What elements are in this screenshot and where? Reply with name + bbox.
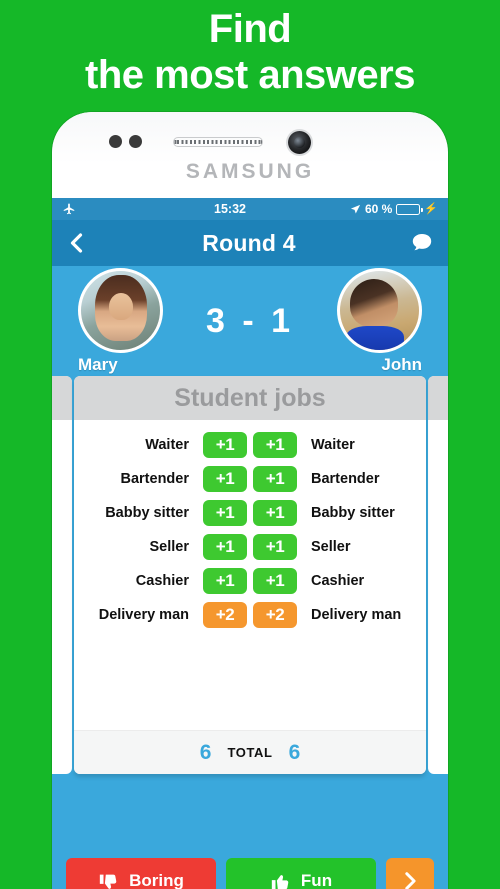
points-badge-left: +1 [203, 466, 247, 492]
avatar[interactable] [337, 267, 423, 353]
points-badge-right: +1 [253, 432, 297, 458]
player-right-name: John [381, 354, 422, 374]
answer-label-left: Delivery man [98, 607, 189, 623]
front-camera-icon [288, 131, 311, 154]
answer-label-left: Cashier [135, 573, 189, 589]
points-badge-right: +2 [253, 602, 297, 628]
earpiece-speaker-icon [173, 137, 263, 147]
points-badge-left: +2 [203, 602, 247, 628]
battery-icon [396, 203, 423, 215]
status-bar: 15:32 60 % ⚡ [52, 198, 448, 220]
score-display: 3 - 1 [205, 301, 295, 340]
points-badge-right: +1 [253, 534, 297, 560]
carousel-peek-previous[interactable] [52, 376, 72, 774]
answer-label-left: Waiter [145, 437, 189, 453]
airplane-mode-icon [62, 202, 76, 216]
total-label: TOTAL [227, 745, 273, 760]
location-arrow-icon [350, 204, 361, 215]
proximity-sensor-icon [109, 135, 122, 148]
thumbs-down-icon [98, 871, 120, 889]
promo-line-1: Find [208, 7, 292, 51]
points-badge-right: +1 [253, 568, 297, 594]
player-right[interactable]: John [328, 267, 432, 375]
answer-label-left: Babby sitter [105, 505, 189, 521]
next-chevron-icon [399, 870, 421, 889]
total-left: 6 [199, 740, 212, 764]
phone-screen: 15:32 60 % ⚡ Round 4 Mary 3 - 1 John Stu… [52, 198, 448, 889]
answer-row: Cashier +1 +1 Cashier [88, 564, 412, 598]
samsung-logo: SAMSUNG [185, 160, 315, 183]
status-bar-time: 15:32 [214, 202, 246, 216]
fun-button[interactable]: Fun [226, 858, 376, 889]
answer-label-left: Bartender [120, 471, 190, 487]
answer-row: Waiter +1 +1 Waiter [88, 428, 412, 462]
phone-mockup: SAMSUNG 15:32 60 % ⚡ Round 4 Mary 3 - 1 … [52, 112, 448, 889]
action-bar: Boring Fun [52, 850, 448, 889]
avatar[interactable] [77, 267, 163, 353]
points-badge-left: +1 [203, 568, 247, 594]
answer-label-right: Delivery man [311, 607, 402, 623]
player-left[interactable]: Mary [68, 267, 172, 375]
next-button[interactable] [386, 858, 434, 889]
points-badge-right: +1 [253, 500, 297, 526]
points-badge-left: +1 [203, 500, 247, 526]
player-left-name: Mary [78, 354, 118, 374]
app-bar: Round 4 [52, 220, 448, 266]
status-bar-left [62, 202, 132, 216]
answer-row: Babby sitter +1 +1 Babby sitter [88, 496, 412, 530]
category-title: Student jobs [74, 376, 426, 420]
fun-button-label: Fun [300, 871, 333, 889]
answer-row: Delivery man +2 +2 Delivery man [88, 598, 412, 632]
players-strip: Mary 3 - 1 John [52, 266, 448, 376]
lightning-bolt-icon: ⚡ [424, 202, 438, 215]
answer-label-right: Seller [311, 539, 351, 555]
answer-label-right: Bartender [311, 471, 380, 487]
boring-button-label: Boring [129, 871, 184, 889]
total-right: 6 [288, 740, 301, 764]
page-title: Round 4 [202, 229, 296, 256]
answer-label-left: Seller [149, 539, 190, 555]
answer-row: Bartender +1 +1 Bartender [88, 462, 412, 496]
answer-label-right: Babby sitter [311, 505, 395, 521]
phone-bezel-hardware: SAMSUNG [52, 112, 448, 198]
answer-label-right: Cashier [311, 573, 365, 589]
battery-percent-label: 60 % [364, 202, 393, 216]
answer-label-right: Waiter [311, 437, 355, 453]
carousel-peek-previous-header [52, 376, 72, 420]
totals-row: 6 TOTAL 6 [74, 730, 426, 774]
category-card: Student jobs Waiter +1 +1 Waiter Bartender +1… [74, 376, 426, 774]
answers-list: Waiter +1 +1 Waiter Bartender +1 +1 Bartender Ba… [74, 420, 426, 730]
promo-headline: Find the most answers [0, 0, 500, 112]
thumbs-up-icon [270, 871, 292, 889]
light-sensor-icon [129, 135, 142, 148]
points-badge-right: +1 [253, 466, 297, 492]
status-bar-right: 60 % ⚡ [328, 202, 438, 216]
carousel-peek-next-header [428, 376, 448, 420]
promo-line-2: the most answers [85, 53, 415, 97]
points-badge-left: +1 [203, 534, 247, 560]
card-carousel[interactable]: Student jobs Waiter +1 +1 Waiter Bartender +1… [52, 376, 448, 820]
answer-row: Seller +1 +1 Seller [88, 530, 412, 564]
points-badge-left: +1 [203, 432, 247, 458]
boring-button[interactable]: Boring [66, 858, 216, 889]
chat-bubble-icon[interactable] [408, 230, 436, 256]
carousel-peek-next[interactable] [428, 376, 448, 774]
back-chevron-icon[interactable] [64, 230, 90, 256]
